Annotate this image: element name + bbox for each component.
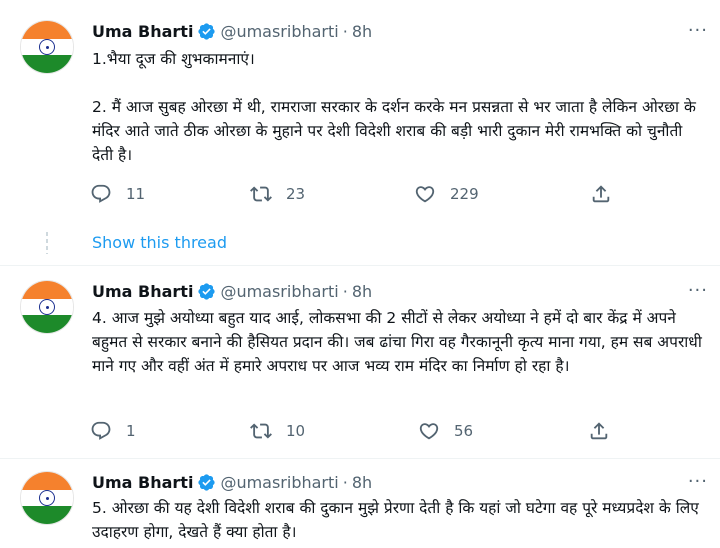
verified-badge-icon — [198, 23, 216, 40]
tweet-3[interactable]: Uma Bharti @umasribharti · 8h ··· 5. ओरछ… — [0, 459, 720, 548]
reply-button[interactable]: 11 — [90, 183, 145, 205]
tweet-1[interactable]: Uma Bharti @umasribharti · 8h ··· 1.भैया… — [0, 0, 720, 254]
verified-badge-icon — [198, 283, 216, 300]
reply-icon — [91, 421, 111, 440]
reply-icon — [91, 184, 111, 203]
more-options-icon[interactable]: ··· — [688, 20, 708, 41]
retweet-button[interactable]: 23 — [250, 183, 305, 205]
author-handle[interactable]: @umasribharti — [220, 473, 338, 492]
timestamp[interactable]: 8h — [352, 282, 372, 301]
avatar[interactable] — [20, 280, 74, 334]
share-icon — [590, 422, 608, 440]
tweet-header: Uma Bharti @umasribharti · 8h — [92, 473, 372, 492]
avatar[interactable] — [20, 20, 74, 74]
more-options-icon[interactable]: ··· — [688, 280, 708, 301]
avatar[interactable] — [20, 471, 74, 525]
like-button[interactable]: 229 — [414, 183, 479, 205]
thread-connector — [46, 232, 48, 254]
retweet-icon — [250, 423, 272, 439]
tweet-text: 5. ओरछा की यह देशी विदेशी शराब की दुकान … — [92, 499, 704, 541]
tweet-header: Uma Bharti @umasribharti · 8h — [92, 22, 372, 41]
like-icon — [415, 186, 435, 203]
more-options-icon[interactable]: ··· — [688, 471, 708, 492]
tweet-text: 1.भैया दूज की शुभकामनाएं। 2. मैं आज सुबह… — [92, 50, 696, 164]
retweet-icon — [250, 186, 272, 202]
retweet-count: 10 — [286, 422, 306, 440]
tweet-actions: 1 10 56 — [90, 420, 630, 444]
share-button[interactable] — [590, 183, 612, 205]
tweet-2[interactable]: Uma Bharti @umasribharti · 8h ··· 4. आज … — [0, 266, 720, 461]
retweet-button[interactable]: 10 — [250, 420, 305, 442]
timestamp[interactable]: 8h — [352, 22, 372, 41]
tweet-text: 4. आज मुझे अयोध्या बहुत याद आई, लोकसभा क… — [92, 309, 707, 375]
reply-count: 1 — [126, 422, 136, 440]
like-count: 56 — [454, 422, 474, 440]
tweet-header: Uma Bharti @umasribharti · 8h — [92, 282, 372, 301]
share-button[interactable] — [588, 420, 610, 442]
like-count: 229 — [450, 185, 479, 203]
separator-dot: · — [342, 22, 348, 41]
separator-dot: · — [342, 282, 348, 301]
reply-button[interactable]: 1 — [90, 420, 136, 442]
verified-badge-icon — [198, 474, 216, 491]
separator-dot: · — [342, 473, 348, 492]
author-handle[interactable]: @umasribharti — [220, 282, 338, 301]
share-icon — [592, 185, 610, 203]
show-this-thread-link[interactable]: Show this thread — [92, 233, 227, 252]
timestamp[interactable]: 8h — [352, 473, 372, 492]
author-name[interactable]: Uma Bharti — [92, 282, 193, 301]
author-name[interactable]: Uma Bharti — [92, 22, 193, 41]
tweet-actions: 11 23 229 — [90, 183, 630, 207]
like-button[interactable]: 56 — [418, 420, 473, 442]
author-name[interactable]: Uma Bharti — [92, 473, 193, 492]
reply-count: 11 — [126, 185, 146, 203]
author-handle[interactable]: @umasribharti — [220, 22, 338, 41]
like-icon — [419, 423, 439, 440]
retweet-count: 23 — [286, 185, 306, 203]
